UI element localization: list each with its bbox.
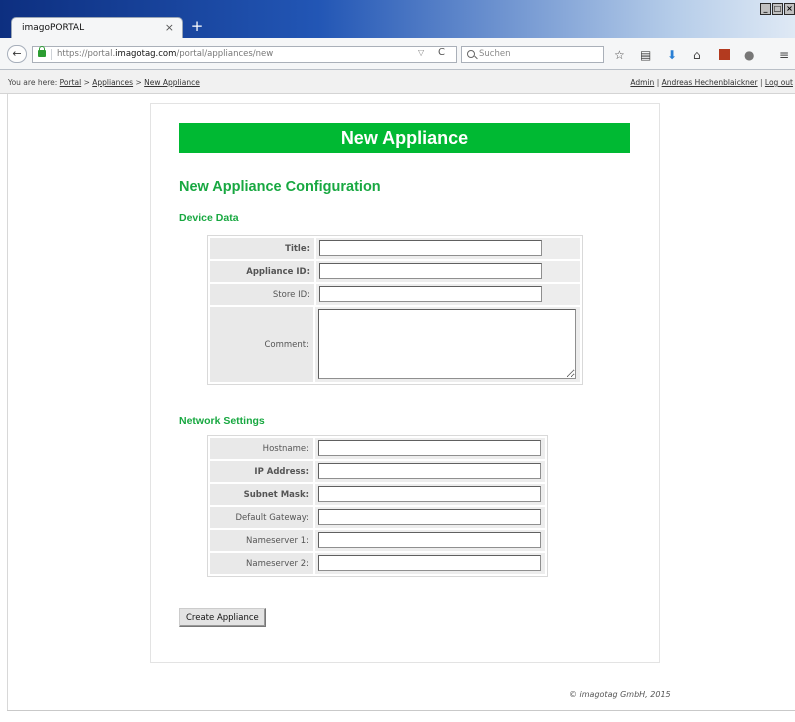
page-border-bottom	[7, 710, 795, 711]
star-icon[interactable]: ☆	[614, 49, 625, 61]
form-row-store-id: Store ID:	[210, 284, 580, 305]
page-title: New Appliance	[179, 123, 630, 153]
field-cell	[316, 261, 580, 282]
field-cell	[315, 438, 545, 459]
url-dropdown-icon[interactable]: ▽	[418, 48, 424, 57]
main-content: New Appliance New Appliance Configuratio…	[150, 103, 660, 663]
search-input[interactable]: Suchen	[461, 46, 604, 63]
field-label: Comment:	[210, 307, 313, 382]
default-gateway-input[interactable]	[318, 509, 541, 525]
field-label: Nameserver 1:	[210, 530, 313, 551]
nameserver-2-input[interactable]	[318, 555, 541, 571]
form-row-appliance-id: Appliance ID:	[210, 261, 580, 282]
window-controls: _ □ ×	[759, 3, 795, 15]
close-window-button[interactable]: ×	[784, 3, 795, 15]
appliance-id-input[interactable]	[319, 263, 542, 279]
url-bar[interactable]: https://portal.imagotag.com/portal/appli…	[32, 46, 457, 63]
form-row-nameserver-1: Nameserver 1:	[210, 530, 545, 551]
hostname-input[interactable]	[318, 440, 541, 456]
user-separator: |	[654, 78, 662, 87]
field-label: Title:	[210, 238, 314, 259]
field-label: Appliance ID:	[210, 261, 314, 282]
logout-link[interactable]: Log out	[765, 78, 793, 87]
tab-title: imagoPORTAL	[22, 23, 85, 33]
url-text[interactable]: https://portal.imagotag.com/portal/appli…	[57, 49, 273, 59]
breadcrumb-separator: >	[81, 78, 93, 87]
back-button[interactable]: ←	[7, 45, 27, 63]
field-label: IP Address:	[210, 461, 313, 482]
breadcrumb-prefix: You are here:	[8, 78, 60, 87]
new-tab-button[interactable]: +	[186, 17, 208, 35]
breadcrumb: You are here: Portal > Appliances > New …	[8, 78, 200, 87]
url-divider	[51, 49, 52, 60]
home-icon[interactable]: ⌂	[693, 49, 701, 61]
comment-textarea[interactable]	[318, 309, 576, 379]
field-label: Hostname:	[210, 438, 313, 459]
admin-link[interactable]: Admin	[630, 78, 654, 87]
field-label: Subnet Mask:	[210, 484, 313, 505]
footer-copyright: © imagotag GmbH, 2015	[569, 690, 671, 699]
nameserver-1-input[interactable]	[318, 532, 541, 548]
title-input[interactable]	[319, 240, 542, 256]
form-row-hostname: Hostname:	[210, 438, 545, 459]
reload-glyph: C	[438, 47, 445, 58]
lock-icon	[38, 46, 46, 57]
subnet-mask-input[interactable]	[318, 486, 541, 502]
url-domain: imagotag.com	[115, 49, 177, 59]
form-row-comment: Comment:	[210, 307, 580, 382]
addon-icon[interactable]	[719, 49, 730, 60]
field-label: Store ID:	[210, 284, 314, 305]
field-cell	[315, 307, 580, 382]
breadcrumb-bar: You are here: Portal > Appliances > New …	[0, 70, 795, 94]
search-placeholder: Suchen	[479, 49, 511, 59]
user-separator: |	[757, 78, 765, 87]
field-label: Default Gateway:	[210, 507, 313, 528]
form-row-ip-address: IP Address:	[210, 461, 545, 482]
breadcrumb-separator: >	[133, 78, 145, 87]
browser-tab[interactable]: imagoPORTAL ×	[11, 17, 183, 39]
browser-navbar: ← https://portal.imagotag.com/portal/app…	[0, 38, 795, 70]
field-cell	[315, 507, 545, 528]
user-name-link[interactable]: Andreas Hechenblaickner	[662, 78, 758, 87]
form-row-nameserver-2: Nameserver 2:	[210, 553, 545, 574]
field-cell	[315, 530, 545, 551]
ip-address-input[interactable]	[318, 463, 541, 479]
device-data-form: Title: Appliance ID: Store ID: Comment:	[207, 235, 583, 385]
search-icon	[467, 50, 475, 58]
page-border-left	[7, 94, 8, 711]
breadcrumb-link-new-appliance[interactable]: New Appliance	[144, 78, 200, 87]
url-prefix: https://portal.	[57, 49, 116, 59]
network-settings-form: Hostname: IP Address: Subnet Mask: Defau…	[207, 435, 548, 577]
device-data-heading: Device Data	[179, 212, 239, 224]
download-icon[interactable]: ⬇	[667, 49, 677, 61]
window-titlebar: imagoPORTAL × + _ □ ×	[0, 0, 795, 39]
breadcrumb-link-appliances[interactable]: Appliances	[92, 78, 133, 87]
tab-close-icon[interactable]: ×	[165, 21, 174, 34]
maximize-button[interactable]: □	[772, 3, 783, 15]
store-id-input[interactable]	[319, 286, 542, 302]
url-path: /portal/appliances/new	[176, 49, 274, 59]
menu-icon[interactable]: ≡	[779, 49, 789, 61]
field-cell	[316, 238, 580, 259]
user-links: Admin | Andreas Hechenblaickner | Log ou…	[630, 78, 793, 87]
minimize-button[interactable]: _	[760, 3, 771, 15]
form-row-subnet-mask: Subnet Mask:	[210, 484, 545, 505]
field-cell	[316, 284, 580, 305]
network-settings-heading: Network Settings	[179, 415, 265, 427]
section-heading: New Appliance Configuration	[179, 179, 381, 195]
form-row-default-gateway: Default Gateway:	[210, 507, 545, 528]
form-row-title: Title:	[210, 238, 580, 259]
field-label: Nameserver 2:	[210, 553, 313, 574]
create-appliance-button[interactable]: Create Appliance	[179, 608, 266, 627]
reload-icon[interactable]: C	[438, 47, 445, 58]
extension-icon[interactable]: ●	[744, 49, 754, 61]
field-cell	[315, 553, 545, 574]
reading-list-icon[interactable]: ▤	[640, 49, 651, 61]
breadcrumb-link-portal[interactable]: Portal	[60, 78, 82, 87]
field-cell	[315, 461, 545, 482]
field-cell	[315, 484, 545, 505]
